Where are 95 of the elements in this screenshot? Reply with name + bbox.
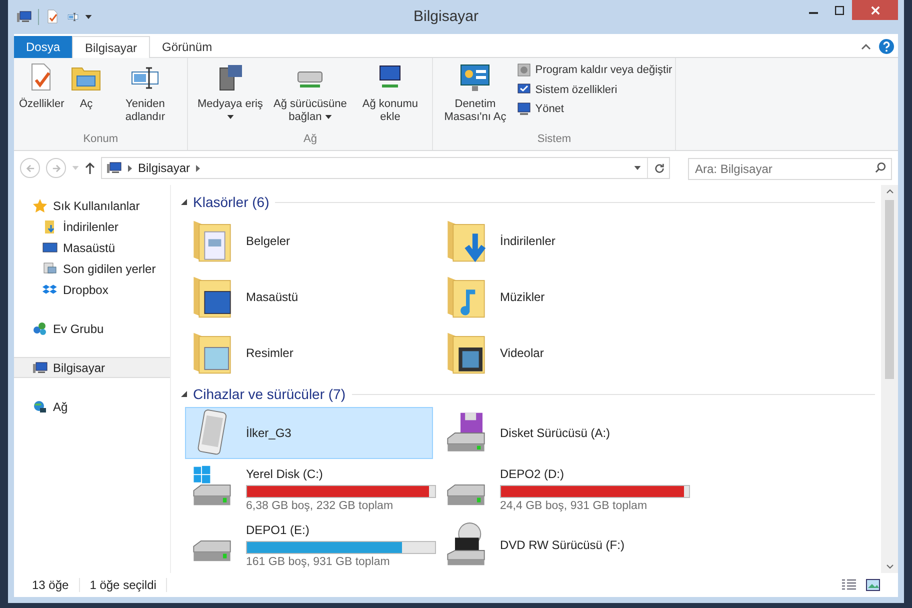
item-name: İndirilenler [500, 233, 556, 250]
star-icon [32, 198, 48, 214]
scroll-down-icon [886, 564, 894, 569]
chevron-icon [128, 164, 132, 172]
computer-icon [106, 160, 122, 176]
homegroup-icon [32, 320, 48, 336]
status-text: 1 öğe seçildi [90, 577, 156, 594]
dropdown-caret-icon[interactable] [634, 166, 641, 170]
caret-icon [85, 15, 92, 19]
address-bar[interactable]: Bilgisayar [101, 157, 670, 179]
search-field[interactable]: Ara: Bilgisayar [688, 158, 892, 180]
maximize-icon [834, 6, 844, 14]
ribbon-group-label: Ağ [302, 132, 318, 146]
scroll-up-icon [886, 189, 894, 194]
ribbon-tab[interactable]: Bilgisayar [72, 36, 150, 58]
item-name: Masaüstü [246, 289, 300, 306]
explorer-item[interactable]: Yerel Disk (C:) 6,38 GB boş, 232 GB toplam [185, 463, 433, 515]
details-view-icon[interactable] [842, 579, 856, 591]
collapse-triangle-icon[interactable] [181, 391, 187, 397]
item-name: DEPO2 (D:) [500, 466, 566, 483]
up-arrow-icon[interactable] [85, 162, 95, 174]
explorer-item[interactable]: İlker_G3 [185, 407, 433, 459]
scroll-thumb[interactable] [885, 200, 894, 379]
sidebar-item[interactable]: Son gidilen yerler [14, 258, 170, 279]
item-name: İlker_G3 [246, 425, 292, 442]
sidebar-item[interactable]: Ev Grubu [14, 318, 170, 339]
ribbon-button[interactable]: Denetim Masası'nı Aç [436, 62, 514, 130]
item-name: Disket Sürücüsü (A:) [500, 425, 612, 442]
sidebar-item[interactable]: Dropbox [14, 279, 170, 300]
explorer-item[interactable]: İndirilenler [439, 215, 687, 267]
sidebar-item[interactable]: İndirilenler [14, 216, 170, 237]
ribbon-small-button[interactable]: Yönet [516, 101, 672, 118]
explorer-item[interactable]: DEPO1 (E:) 161 GB boş, 931 GB toplam [185, 519, 433, 571]
ribbon-tab[interactable]: Görünüm [150, 36, 224, 58]
computer-icon [16, 9, 32, 25]
section-header[interactable]: Cihazlar ve sürücüler (7) [193, 384, 346, 404]
file-menu-tab[interactable]: Dosya [14, 36, 72, 58]
explorer-item[interactable]: Videolar [439, 327, 687, 379]
ribbon-button[interactable]: Ağ sürücüsüne bağlan [271, 62, 350, 130]
scrollbar[interactable] [881, 185, 898, 573]
ribbon-group-label: Konum [82, 132, 120, 146]
hard-drive-icon [444, 483, 488, 507]
ribbon-button[interactable]: Aç [68, 62, 104, 130]
help-icon[interactable] [879, 39, 894, 54]
close-button[interactable] [852, 0, 898, 20]
explorer-item[interactable]: DVD RW Sürücüsü (F:) [439, 519, 687, 571]
ribbon-button[interactable]: Ağ konumu ekle [351, 62, 430, 130]
ribbon-group-label: Sistem [536, 132, 572, 146]
item-name: Belgeler [246, 233, 292, 250]
item-name: DVD RW Sürücüsü (F:) [500, 537, 626, 554]
minimize-icon [808, 12, 818, 14]
monitor-icon [42, 240, 58, 256]
computer-icon [32, 360, 48, 376]
search-icon [875, 162, 886, 173]
sidebar-item[interactable]: Masaüstü [14, 237, 170, 258]
back-arrow-icon [26, 164, 34, 172]
explorer-item[interactable]: Müzikler [439, 271, 687, 323]
item-name: Videolar [500, 345, 545, 362]
item-name: DEPO1 (E:) [246, 522, 310, 539]
item-name: Resimler [246, 345, 294, 362]
breadcrumb[interactable]: Bilgisayar [138, 159, 190, 177]
ribbon-button[interactable]: Özellikler [17, 62, 66, 130]
recent-places-icon [42, 260, 58, 276]
window-title: Bilgisayar [412, 6, 480, 27]
program-box-icon [516, 62, 532, 78]
ribbon-small-button[interactable]: Program kaldır veya değiştir [516, 62, 672, 78]
explorer-item[interactable]: DEPO2 (D:) 24,4 GB boş, 931 GB toplam [439, 463, 687, 515]
hard-drive-icon [190, 539, 234, 563]
explorer-item[interactable]: Resimler [185, 327, 433, 379]
explorer-item[interactable]: Disket Sürücüsü (A:) [439, 407, 687, 459]
ribbon-button[interactable]: Yeniden adlandır [106, 62, 184, 130]
item-name: Yerel Disk (C:) [246, 466, 324, 483]
control-panel-icon [459, 62, 492, 94]
close-icon [870, 6, 880, 14]
chevron-icon [196, 164, 200, 172]
sidebar-item[interactable]: Bilgisayar [14, 357, 170, 378]
drive-space-text: 6,38 GB boş, 232 GB toplam [246, 500, 394, 513]
ribbon-small-button[interactable]: Sistem özellikleri [516, 82, 672, 98]
drive-space-text: 161 GB boş, 931 GB toplam [246, 556, 391, 569]
sidebar-item[interactable]: Sık Kullanılanlar [14, 195, 170, 216]
forward-arrow-icon [52, 164, 60, 172]
sidebar-item[interactable]: Ağ [14, 396, 170, 417]
collapse-ribbon-icon[interactable] [861, 44, 871, 50]
status-text: 13 öğe [32, 577, 69, 594]
section-header[interactable]: Klasörler (6) [193, 192, 270, 212]
explorer-item[interactable]: Belgeler [185, 215, 433, 267]
refresh-icon[interactable] [654, 162, 665, 174]
network-globe-icon [32, 398, 48, 414]
large-icons-view-icon[interactable] [866, 579, 880, 591]
computer-tools-icon [516, 101, 532, 118]
ribbon-button[interactable]: Medyaya eriş [191, 62, 270, 130]
collapse-triangle-icon[interactable] [181, 199, 187, 205]
drive-space-text: 24,4 GB boş, 931 GB toplam [500, 500, 648, 513]
explorer-item[interactable]: Masaüstü [185, 271, 433, 323]
item-name: Müzikler [500, 289, 546, 306]
